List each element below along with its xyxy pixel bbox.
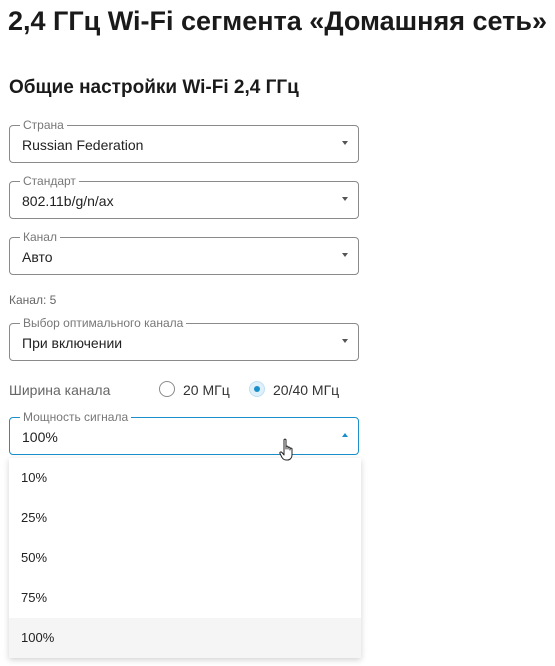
standard-value: 802.11b/g/n/ax: [22, 193, 114, 209]
signal-power-select[interactable]: Мощность сигнала 100%: [9, 410, 359, 455]
chevron-down-icon: [342, 141, 348, 145]
signal-power-value: 100%: [22, 429, 58, 445]
country-legend: Страна: [20, 118, 67, 132]
standard-select[interactable]: Стандарт 802.11b/g/n/ax: [9, 174, 359, 219]
section-title: Общие настройки Wi-Fi 2,4 ГГц: [9, 77, 299, 98]
chevron-down-icon: [342, 197, 348, 201]
country-select[interactable]: Страна Russian Federation: [9, 118, 359, 163]
optimal-channel-legend: Выбор оптимального канала: [20, 316, 187, 330]
power-option[interactable]: 75%: [9, 578, 361, 618]
channel-legend: Канал: [20, 230, 60, 244]
hand-pointer-icon: [279, 438, 293, 461]
bandwidth-radio-group: Ширина канала 20 МГц 20/40 МГц: [9, 380, 369, 400]
channel-select[interactable]: Канал Авто: [9, 230, 359, 275]
page-title: 2,4 ГГц Wi-Fi сегмента «Домашняя сеть»: [8, 6, 547, 36]
bandwidth-20-40-label: 20/40 МГц: [273, 382, 340, 398]
optimal-channel-select[interactable]: Выбор оптимального канала При включении: [9, 316, 359, 361]
standard-legend: Стандарт: [20, 174, 79, 188]
radio-checked-icon[interactable]: [249, 381, 265, 397]
power-option-selected[interactable]: 100%: [9, 618, 361, 658]
chevron-up-icon: [342, 433, 348, 437]
power-option[interactable]: 10%: [9, 458, 361, 498]
current-channel-info: Канал: 5: [9, 293, 57, 307]
chevron-down-icon: [342, 253, 348, 257]
power-option[interactable]: 50%: [9, 538, 361, 578]
bandwidth-label: Ширина канала: [9, 382, 111, 398]
country-value: Russian Federation: [22, 137, 144, 153]
signal-power-dropdown: 10% 25% 50% 75% 100%: [9, 458, 361, 658]
radio-circle-icon[interactable]: [159, 381, 175, 397]
power-option[interactable]: 25%: [9, 498, 361, 538]
signal-power-legend: Мощность сигнала: [20, 410, 132, 424]
optimal-channel-value: При включении: [22, 335, 123, 351]
chevron-down-icon: [342, 339, 348, 343]
channel-value: Авто: [22, 249, 53, 265]
bandwidth-20-label: 20 МГц: [183, 382, 230, 398]
